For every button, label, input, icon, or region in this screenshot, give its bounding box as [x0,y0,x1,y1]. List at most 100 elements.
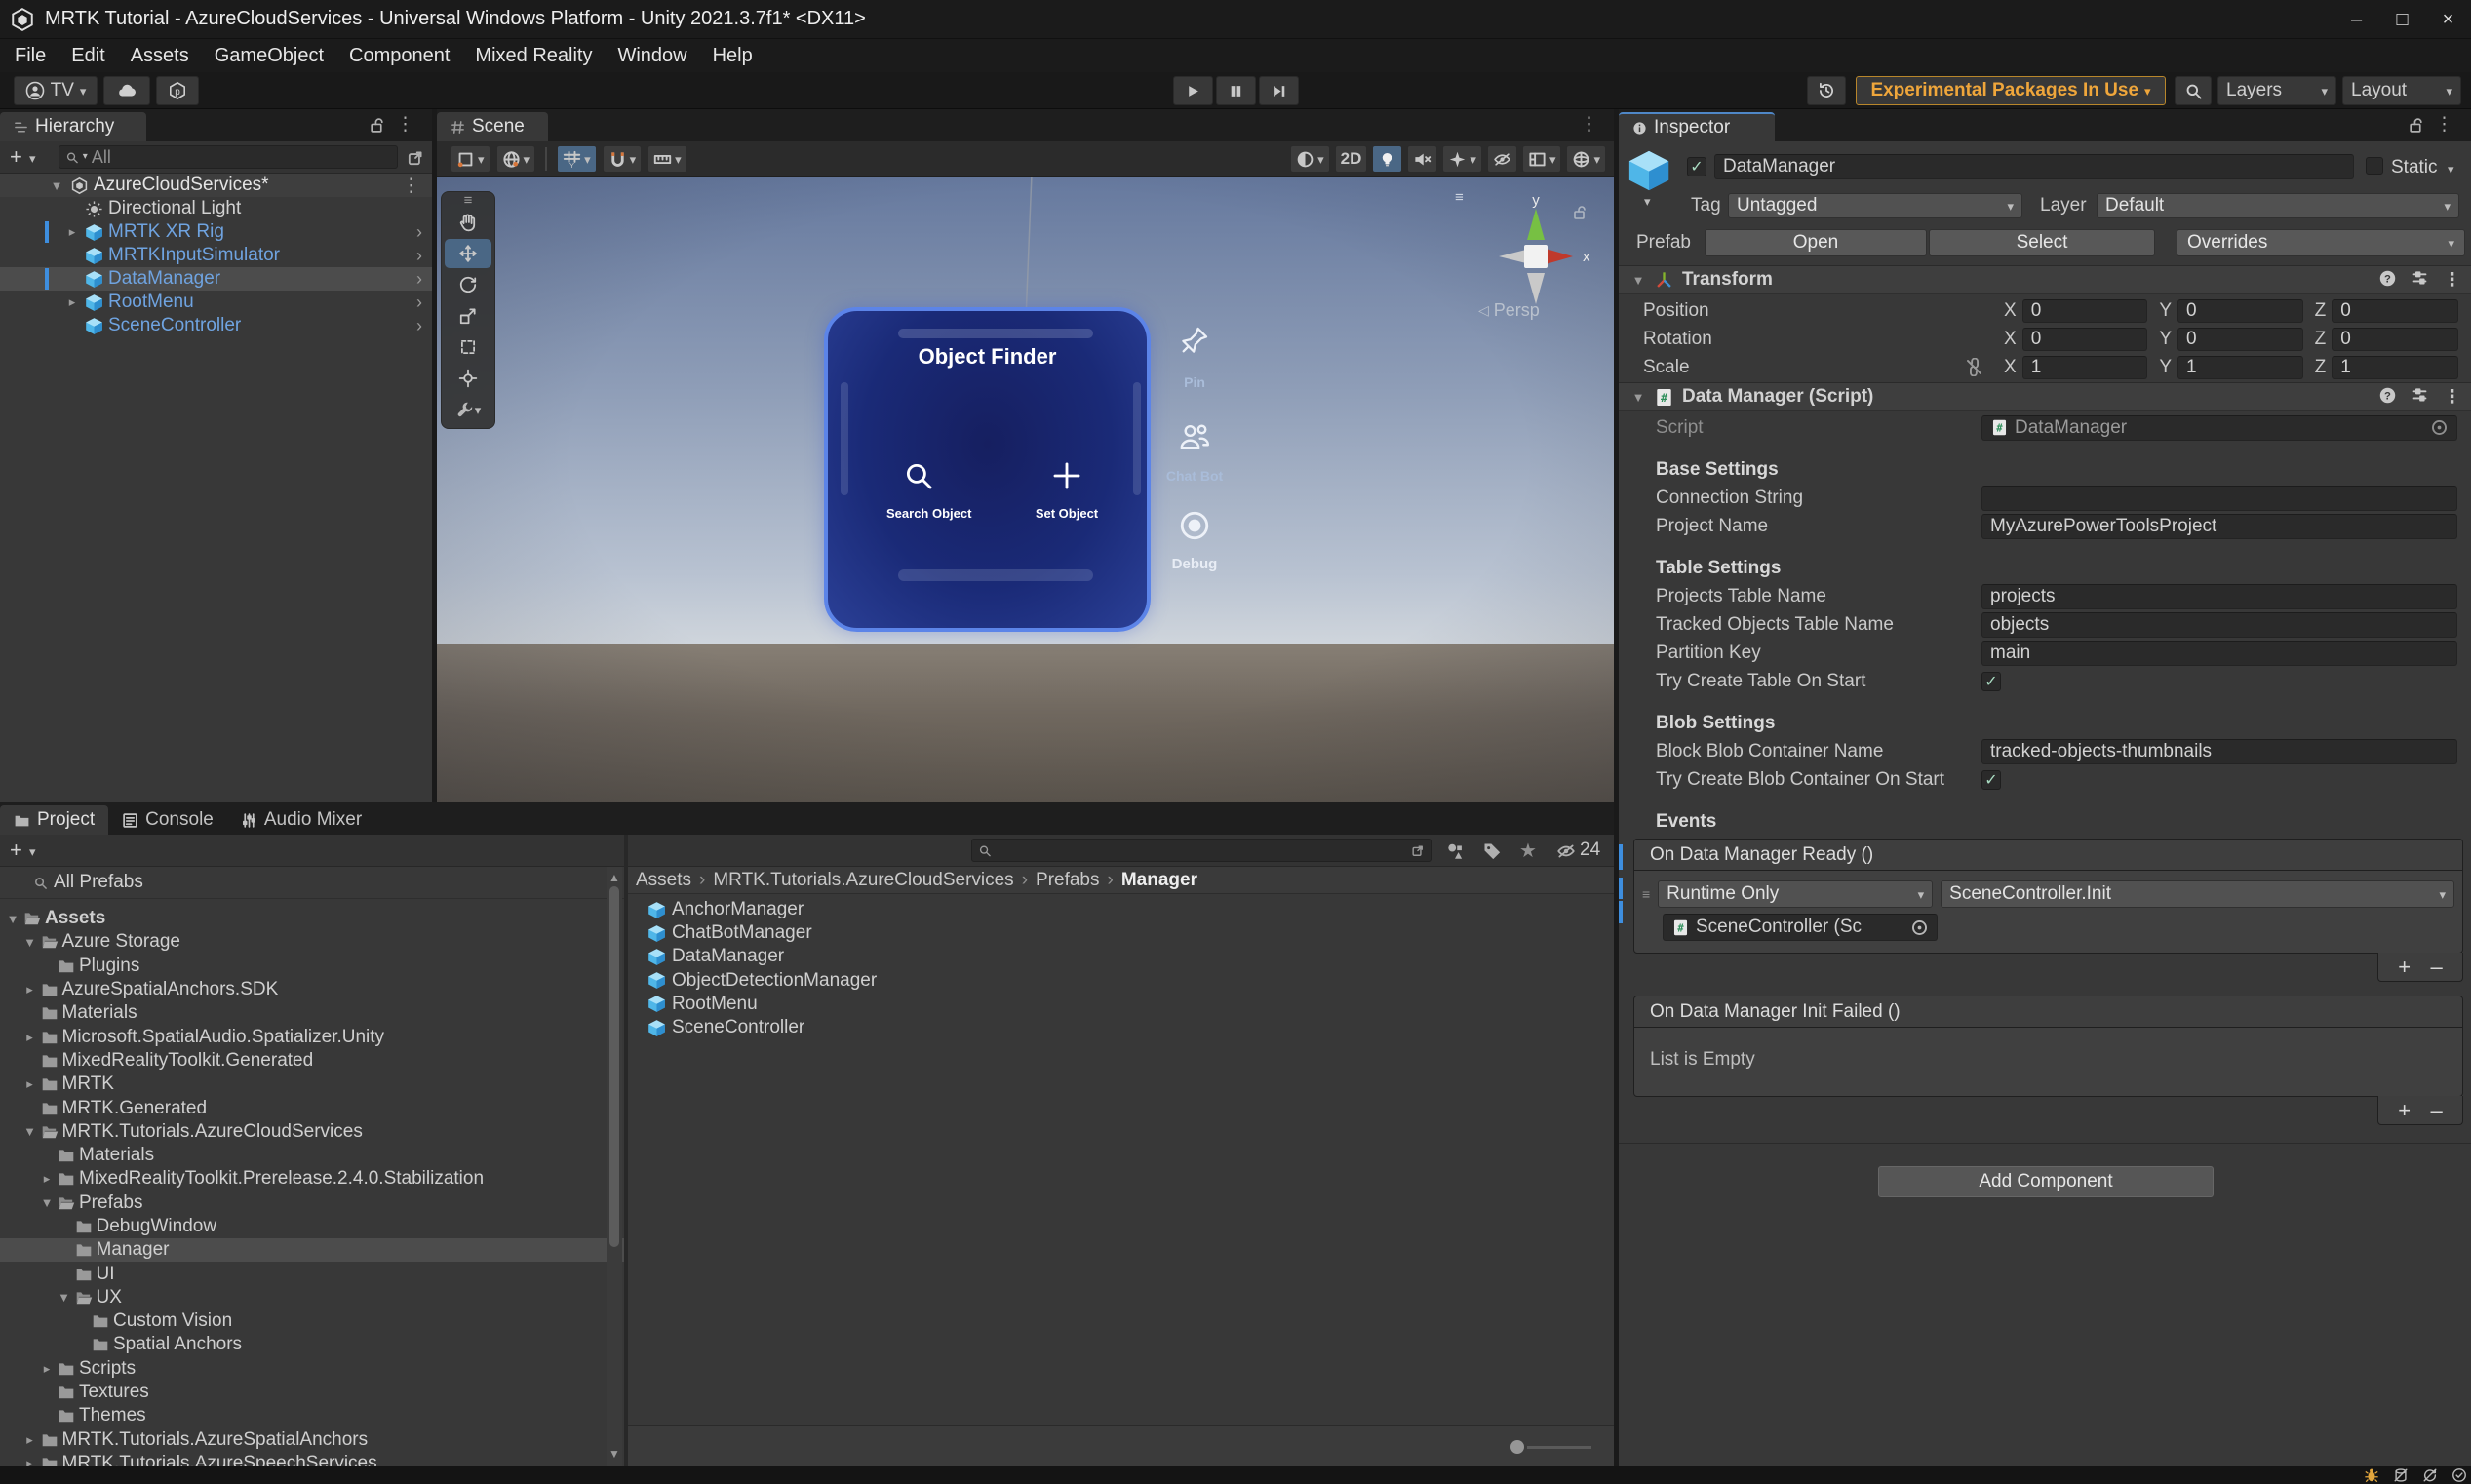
hidden-count-icon[interactable] [1556,841,1576,861]
menu-help[interactable]: Help [700,39,765,72]
tree-item-manager[interactable]: Manager [0,1238,624,1262]
tree-item-scripts[interactable]: ▸Scripts [0,1357,624,1381]
twod-toggle-button[interactable]: 2D [1335,145,1368,173]
tree-item-ui[interactable]: UI [0,1262,624,1285]
projects-table-input[interactable] [1981,584,2457,609]
expander-icon[interactable]: ▸ [40,1361,54,1377]
search-by-type-icon[interactable] [1445,841,1465,861]
expander-icon[interactable]: ▼ [49,178,64,193]
tree-item-themes[interactable]: Themes [0,1404,624,1427]
tree-item-custom-vision[interactable]: Custom Vision [0,1309,624,1333]
favorites-all-prefabs[interactable]: All Prefabs [0,871,624,894]
favorites-star-icon[interactable]: ★ [1519,839,1537,863]
menu-edit[interactable]: Edit [59,39,117,72]
asset-scenecontroller[interactable]: SceneController [628,1016,1614,1039]
menu-component[interactable]: Component [336,39,462,72]
scale-tool-button[interactable] [445,301,491,331]
mute-button[interactable] [1407,145,1437,173]
tab-console[interactable]: Console [108,805,227,835]
presets-icon[interactable] [2411,269,2429,288]
asset-objectdetectionmanager[interactable]: ObjectDetectionManager [628,969,1614,993]
minimize-button[interactable]: – [2334,0,2379,39]
undo-history-button[interactable] [1807,76,1846,105]
event-add-button[interactable]: + [2398,1098,2411,1123]
breadcrumb-item[interactable]: Assets [636,870,691,891]
link-broken-icon[interactable] [1965,358,1983,376]
asset-rootmenu[interactable]: RootMenu [628,993,1614,1016]
gizmo-button[interactable]: ▾ [1566,145,1606,173]
create-add-button[interactable]: + [10,144,22,170]
set-object-button[interactable]: Set Object [1035,459,1099,521]
transform-header[interactable]: ▼ Transform ? ⋮ [1619,265,2471,294]
add-component-button[interactable]: Add Component [1878,1166,2214,1197]
rect-tool-button[interactable] [445,332,491,362]
globe-button[interactable]: ▾ [496,145,536,173]
scene-viewport[interactable]: Object Finder Search Object Set Object P… [437,177,1614,802]
bug-icon[interactable] [2364,1467,2379,1483]
tab-project[interactable]: Project [0,805,108,835]
event-add-button[interactable]: + [2398,955,2411,980]
tag-dropdown[interactable]: Untagged▾ [1728,193,2022,218]
tab-audio-mixer[interactable]: Audio Mixer [227,805,375,835]
tracked-objects-table-input[interactable] [1981,612,2457,638]
step-button[interactable] [1259,76,1299,105]
tree-item-materials[interactable]: Materials [0,1144,624,1167]
tree-item-mrtk[interactable]: ▸MRTK [0,1073,624,1096]
help-icon[interactable]: ? [2378,269,2397,288]
tree-item-plugins[interactable]: Plugins [0,955,624,978]
rotation-x-input[interactable] [2022,328,2148,351]
object-finder-window[interactable]: Object Finder Search Object Set Object [824,307,1151,632]
wrench-tool-button[interactable]: ▾ [445,395,491,424]
try-create-table-checkbox[interactable]: ✓ [1981,672,2001,691]
blob-container-input[interactable] [1981,739,2457,764]
project-search-input[interactable] [996,840,1407,861]
layers-dropdown[interactable]: Layers▾ [2217,76,2336,105]
menu-window[interactable]: Window [605,39,699,72]
zoom-slider-knob[interactable] [1510,1440,1524,1454]
show-children-icon[interactable]: › [416,293,422,313]
expander-icon[interactable]: ▼ [40,1195,54,1210]
active-checkbox[interactable]: ✓ [1687,157,1706,176]
event-target-object-field[interactable]: # SceneController (Sc [1663,914,1938,941]
hierarchy-item-mrtk-xr-rig[interactable]: ▸MRTK XR Rig› [0,220,432,244]
partition-key-input[interactable] [1981,641,2457,666]
event-function-dropdown[interactable]: SceneController.Init▾ [1941,880,2454,908]
chevron-down-icon[interactable]: ▾ [29,152,36,165]
scale-z-input[interactable] [2332,356,2458,379]
position-y-input[interactable] [2177,299,2303,323]
hierarchy-search-field[interactable]: ▾ [59,145,398,169]
project-name-input[interactable] [1981,514,2457,539]
menu-file[interactable]: File [2,39,59,72]
expander-icon[interactable]: ▼ [6,912,20,926]
event-remove-button[interactable]: – [2430,1098,2442,1123]
hierarchy-search-input[interactable] [92,147,391,168]
bulb-button[interactable] [1372,145,1402,173]
search-everything-button[interactable] [2175,76,2212,105]
hierarchy-item-mrtkinputsimulator[interactable]: MRTKInputSimulator› [0,244,432,267]
foldout-icon[interactable]: ▼ [1630,390,1646,405]
hierarchy-item-scenecontroller[interactable]: SceneController› [0,314,432,337]
cloud-services-button[interactable] [103,76,150,105]
grid-button[interactable]: Y▾ [557,145,597,173]
film-button[interactable]: ▾ [1522,145,1562,173]
check-circle-icon[interactable] [2451,1467,2467,1483]
ruler-button[interactable]: ▾ [647,145,687,173]
lock-icon[interactable] [2408,117,2424,134]
reorder-handle-icon[interactable]: ≡ [1642,886,1650,902]
data-manager-header[interactable]: ▼ # Data Manager (Script) ? ⋮ [1619,382,2471,411]
presets-icon[interactable] [2411,386,2429,405]
try-create-blob-checkbox[interactable]: ✓ [1981,770,2001,790]
palette-drag-handle[interactable]: ≡ [445,196,491,206]
kebab-menu-icon[interactable]: ⋮ [2443,386,2461,409]
expander-icon[interactable]: ▸ [23,1076,37,1092]
pivot-button[interactable]: ▾ [451,145,490,173]
breadcrumb-item[interactable]: Prefabs [1036,870,1099,891]
bottom-handle[interactable] [898,569,1093,581]
help-icon[interactable]: ? [2378,386,2397,405]
tree-item-debugwindow[interactable]: DebugWindow [0,1215,624,1238]
lock-icon[interactable] [369,117,385,134]
chevron-down-icon[interactable]: ▾ [1644,195,1651,208]
tree-item-azure-storage[interactable]: ▼Azure Storage [0,930,624,954]
tree-item-mrtk-tutorials-azurecloudservices[interactable]: ▼MRTK.Tutorials.AzureCloudServices [0,1120,624,1144]
expander-icon[interactable]: ▸ [23,1456,37,1466]
